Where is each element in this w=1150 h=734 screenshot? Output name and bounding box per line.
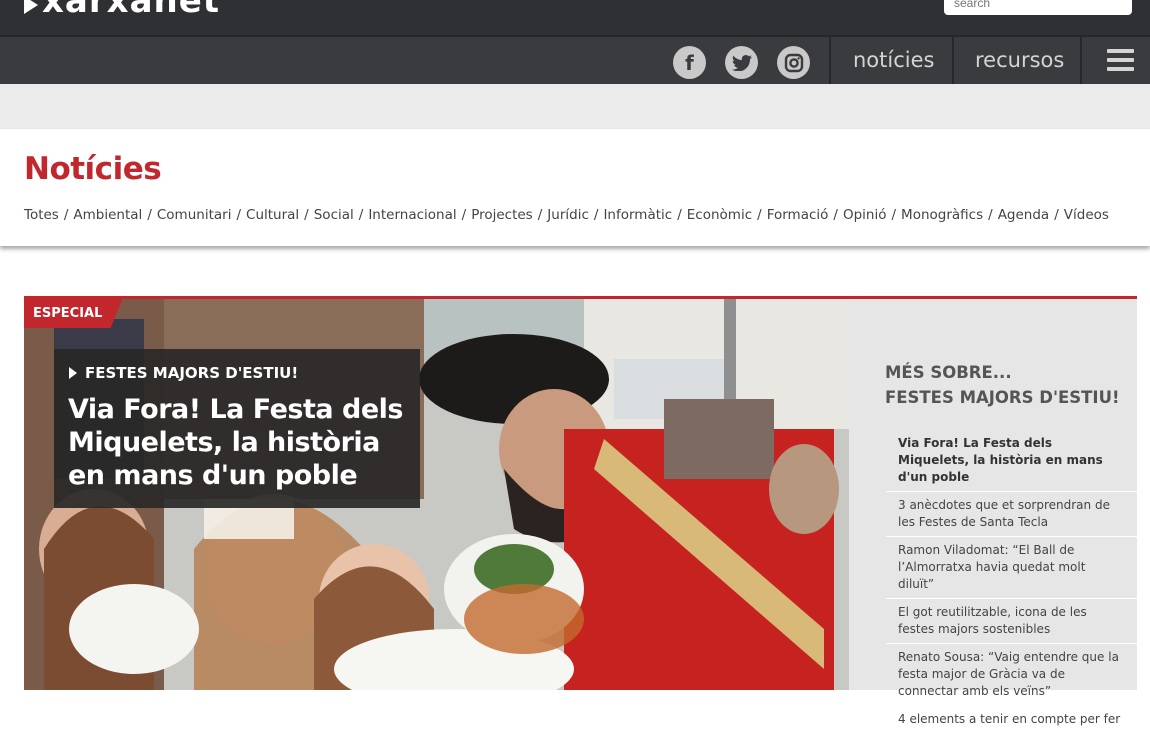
sidebar-title-line: MÉS SOBRE...	[885, 363, 1012, 382]
category-separator: /	[537, 207, 543, 223]
category-separator: /	[757, 207, 762, 223]
category-link[interactable]: Jurídic	[547, 207, 589, 223]
instagram-camera-icon	[784, 53, 803, 72]
section-header: Notícies Totes / Ambiental / Comunitari / Cult…	[0, 129, 1150, 246]
facebook-icon[interactable]: f	[673, 46, 706, 79]
category-link[interactable]: Vídeos	[1064, 207, 1109, 223]
twitter-icon[interactable]	[725, 46, 758, 79]
category-separator: /	[593, 207, 599, 223]
related-item[interactable]: Ramon Viladomat: “El Ball de l’Almorratx…	[886, 537, 1137, 599]
category-link[interactable]: Social	[314, 207, 354, 223]
category-link[interactable]: Ambiental	[73, 207, 142, 223]
search-input[interactable]	[944, 0, 1132, 15]
sidebar-title-line: FESTES MAJORS D'ESTIU!	[885, 388, 1120, 407]
category-link[interactable]: Comunitari	[157, 207, 232, 223]
logo-mark-icon	[24, 0, 38, 14]
category-link[interactable]: Monogràfics	[901, 207, 983, 223]
logo-text: xarxanet	[42, 0, 221, 21]
category-link[interactable]: Projectes	[471, 207, 533, 223]
category-separator: /	[304, 207, 309, 223]
nav-link-noticies[interactable]: notícies	[853, 37, 934, 84]
twitter-bird-icon	[731, 54, 752, 71]
menu-hamburger-icon[interactable]	[1107, 49, 1134, 76]
hero-kicker[interactable]: FESTES MAJORS D'ESTIU!	[69, 364, 298, 382]
nav-divider	[1080, 37, 1082, 84]
category-link[interactable]: Econòmic	[687, 207, 752, 223]
instagram-icon[interactable]	[777, 46, 810, 79]
category-separator: /	[236, 207, 242, 223]
page-title: Notícies	[24, 151, 162, 187]
special-badge[interactable]: ESPECIAL	[24, 299, 123, 328]
hero-title[interactable]: Via Fora! La Festa dels Miquelets, la hi…	[68, 393, 408, 492]
ad-banner-area	[0, 84, 1150, 129]
category-link[interactable]: Opinió	[843, 207, 887, 223]
category-link[interactable]: Cultural	[246, 207, 299, 223]
nav-divider	[952, 37, 954, 84]
category-separator: /	[147, 207, 152, 223]
category-separator: /	[358, 207, 364, 223]
main-nav: f notícies recursos	[0, 35, 1150, 84]
category-separator: /	[63, 207, 69, 223]
category-link[interactable]: Totes	[24, 207, 59, 223]
category-separator: /	[461, 207, 467, 223]
nav-link-recursos[interactable]: recursos	[975, 37, 1064, 84]
nav-divider	[829, 37, 831, 84]
site-logo[interactable]: xarxanet	[24, 0, 221, 21]
related-item[interactable]: Via Fora! La Festa dels Miquelets, la hi…	[886, 430, 1137, 492]
related-item[interactable]: El got reutilitzable, icona de les feste…	[886, 599, 1137, 644]
category-separator: /	[677, 207, 682, 223]
related-item[interactable]: Renato Sousa: “Vaig entendre que la fest…	[886, 644, 1137, 706]
category-link[interactable]: Informàtic	[603, 207, 672, 223]
category-separator: /	[833, 207, 838, 223]
category-separator: /	[988, 207, 993, 223]
category-link[interactable]: Agenda	[998, 207, 1050, 223]
related-item[interactable]: 4 elements a tenir en compte per fer	[886, 706, 1137, 734]
category-link[interactable]: Formació	[767, 207, 829, 223]
kicker-arrow-icon	[69, 367, 77, 379]
category-separator: /	[1054, 207, 1059, 223]
top-header: xarxanet	[0, 0, 1150, 35]
related-sidebar: MÉS SOBRE... FESTES MAJORS D'ESTIU! Via …	[849, 299, 1137, 734]
related-list: Via Fora! La Festa dels Miquelets, la hi…	[886, 430, 1137, 734]
category-separator: /	[891, 207, 897, 223]
kicker-text: FESTES MAJORS D'ESTIU!	[85, 364, 299, 382]
category-link[interactable]: Internacional	[368, 207, 456, 223]
hero-caption[interactable]: FESTES MAJORS D'ESTIU! Via Fora! La Fest…	[54, 349, 420, 508]
category-filter-nav: Totes / Ambiental / Comunitari / Cultural / Soci…	[24, 207, 1109, 223]
related-item[interactable]: 3 anècdotes que et sorprendran de les Fe…	[886, 492, 1137, 537]
sidebar-title: MÉS SOBRE... FESTES MAJORS D'ESTIU!	[885, 360, 1125, 410]
